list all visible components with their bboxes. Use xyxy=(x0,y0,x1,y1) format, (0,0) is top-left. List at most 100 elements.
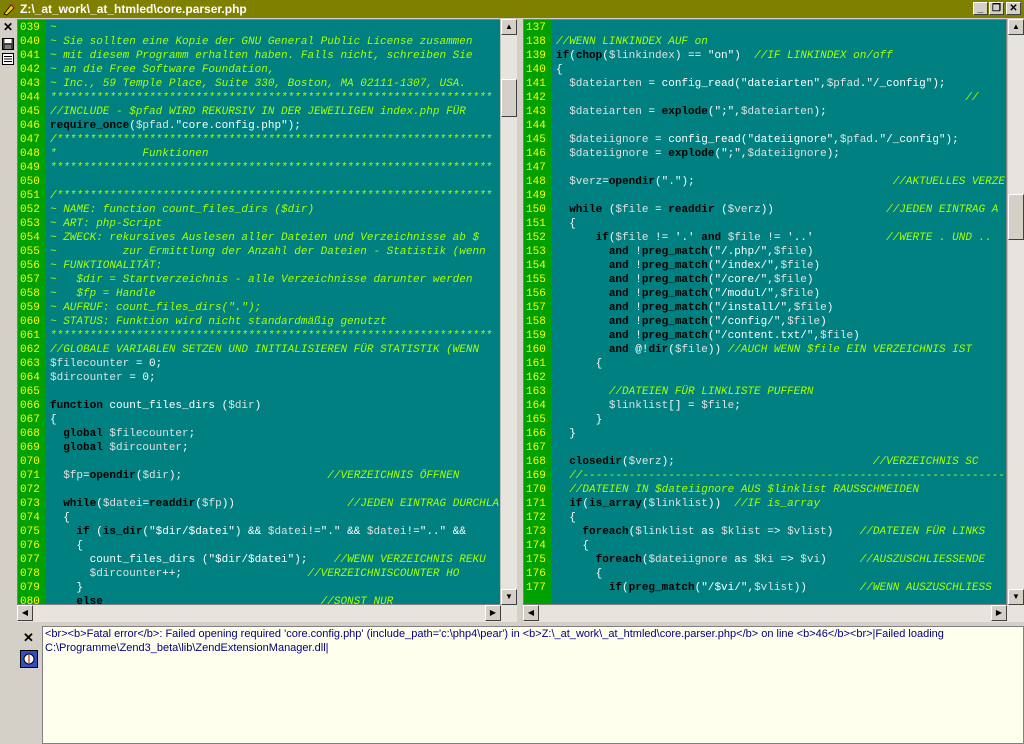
left-vertical-scrollbar[interactable]: ▲ ▼ xyxy=(500,19,517,605)
left-code-line: 067 { xyxy=(18,413,57,427)
app-icon xyxy=(3,3,15,16)
left-scroll-right-icon[interactable]: ▶ xyxy=(485,605,501,621)
code-text: $dateiarten = config_read("dateiarten",$… xyxy=(569,78,946,90)
line-number: 157 xyxy=(526,302,546,314)
right-code-line: 148 $verz=opendir("."); //AKTUELLES VERZ… xyxy=(524,175,1005,189)
left-code-line: 066 function count_files_dirs ($dir) xyxy=(18,399,261,413)
line-number: 046 xyxy=(20,120,40,132)
php-debug-icon[interactable] xyxy=(20,650,38,668)
line-number: 154 xyxy=(526,260,546,272)
right-code-line: 169 //----------------------------------… xyxy=(524,469,1005,483)
code-text: while ($file = readdir ($verz)) //JEDEN … xyxy=(569,204,999,216)
right-code-line: 146 $dateiignore = explode(";",$dateiign… xyxy=(524,147,840,161)
code-text: if($file != '.' and $file != '..' //WERT… xyxy=(595,232,992,244)
right-code-line: 151 { xyxy=(524,217,576,231)
right-code-line: 156 and !preg_match("/modul/",$file) xyxy=(524,287,820,301)
left-scroll-up-icon[interactable]: ▲ xyxy=(501,19,517,35)
close-window-button[interactable]: ✕ xyxy=(1006,2,1021,15)
line-number: 064 xyxy=(20,372,40,384)
line-number: 075 xyxy=(20,526,40,538)
left-scroll-thumb[interactable] xyxy=(501,79,517,117)
list-icon[interactable] xyxy=(1,53,15,66)
right-scroll-down-icon[interactable]: ▼ xyxy=(1008,589,1024,605)
right-code-line: 150 while ($file = readdir ($verz)) //JE… xyxy=(524,203,998,217)
left-code-editor[interactable]: 039 ~040 ~ Sie sollten eine Kopie der GNU … xyxy=(17,19,501,605)
code-text: /***************************************… xyxy=(50,190,493,202)
right-code-line: 158 and !preg_match("/config/",$file) xyxy=(524,315,827,329)
left-scroll-down-icon[interactable]: ▼ xyxy=(501,589,517,605)
code-text: { xyxy=(50,540,84,552)
left-scroll-left-icon[interactable]: ◀ xyxy=(17,605,33,621)
line-number: 162 xyxy=(526,372,546,384)
left-code-line: 074 { xyxy=(18,511,70,525)
line-number: 139 xyxy=(526,50,546,62)
code-text: ~ FUNKTIONALITÄT: xyxy=(50,260,163,272)
left-code-line: 051 /************************************… xyxy=(18,189,492,203)
left-code-line: 063 $filecounter = 0; xyxy=(18,357,162,371)
left-code-line: 071 $fp=opendir($dir); //VERZEICHNIS ÖFF… xyxy=(18,469,459,483)
code-text: if(is_array($linklist)) //IF is_array xyxy=(569,498,821,510)
left-code-line: 042 ~ an die Free Software Foundation, xyxy=(18,63,274,77)
right-code-line: 141 $dateiarten = config_read("dateiarte… xyxy=(524,77,946,91)
line-number: 137 xyxy=(526,22,546,34)
code-text: } xyxy=(50,582,84,594)
right-code-line: 145 $dateiignore = config_read("dateiign… xyxy=(524,133,959,147)
right-code-line: 143 $dateiarten = explode(";",$dateiarte… xyxy=(524,105,827,119)
right-code-line: 171 if(is_array($linklist)) //IF is_arra… xyxy=(524,497,820,511)
close-error-icon[interactable]: ✕ xyxy=(23,630,34,646)
line-number: 165 xyxy=(526,414,546,426)
restore-button[interactable]: ❐ xyxy=(989,2,1004,15)
error-output-panel[interactable]: <br><b>Fatal error</b>: Failed opening r… xyxy=(42,626,1024,744)
line-number: 050 xyxy=(20,176,40,188)
code-text: $dircounter = 0; xyxy=(50,372,156,384)
right-code-line: 152 if($file != '.' and $file != '..' //… xyxy=(524,231,992,245)
right-code-line: 166 } xyxy=(524,427,576,441)
left-code-line: 053 ~ ART: php-Script xyxy=(18,217,162,231)
right-scroll-left-icon[interactable]: ◀ xyxy=(523,605,539,621)
line-number: 173 xyxy=(526,526,546,538)
right-scroll-thumb[interactable] xyxy=(1008,194,1024,240)
line-number: 159 xyxy=(526,330,546,342)
line-number: 058 xyxy=(20,288,40,300)
line-number: 067 xyxy=(20,414,40,426)
right-vertical-scrollbar[interactable]: ▲ ▼ xyxy=(1007,19,1024,605)
save-icon[interactable] xyxy=(1,38,15,51)
right-code-line: 140 { xyxy=(524,63,563,77)
right-code-editor[interactable]: 137 138 //WENN LINKINDEX AUF on 139 if(chop(… xyxy=(523,19,1007,605)
code-text: { xyxy=(556,358,603,370)
left-code-line: 079 } xyxy=(18,581,83,595)
right-code-line: 163 //DATEIEN FÜR LINKLISTE PUFFERN xyxy=(524,385,813,399)
code-text: { xyxy=(50,512,70,524)
right-code-line: 162 xyxy=(524,371,552,385)
code-text: $verz=opendir("."); //AKTUELLES VERZE xyxy=(569,176,1005,188)
right-scroll-up-icon[interactable]: ▲ xyxy=(1008,19,1024,35)
left-code-line: 047 /************************************… xyxy=(18,133,492,147)
code-text: //WENN LINKINDEX AUF on xyxy=(556,36,708,48)
line-number: 140 xyxy=(526,64,546,76)
left-code-line: 070 xyxy=(18,455,46,469)
line-number: 042 xyxy=(20,64,40,76)
line-number: 047 xyxy=(20,134,40,146)
right-code-lines: 137 138 //WENN LINKINDEX AUF on 139 if(chop(… xyxy=(524,21,1005,595)
line-number: 078 xyxy=(20,568,40,580)
minimize-button[interactable]: _ xyxy=(973,2,988,15)
line-number: 073 xyxy=(20,498,40,510)
right-code-line: 172 { xyxy=(524,511,576,525)
close-file-icon[interactable]: ✕ xyxy=(1,21,15,34)
line-number: 152 xyxy=(526,232,546,244)
line-number: 163 xyxy=(526,386,546,398)
right-horizontal-scrollbar[interactable]: ◀ ▶ xyxy=(523,605,1024,622)
left-code-line: 052 ~ NAME: function count_files_dirs ($d… xyxy=(18,203,314,217)
line-number: 079 xyxy=(20,582,40,594)
right-scroll-right-icon[interactable]: ▶ xyxy=(991,605,1007,621)
left-code-line: 044 *************************************… xyxy=(18,91,492,105)
code-text: } xyxy=(556,414,603,426)
code-text: while($datei=readdir($fp)) //JEDEN EINTR… xyxy=(63,498,499,510)
code-text: and !preg_match("/index/",$file) xyxy=(608,260,821,272)
left-code-line: 054 ~ ZWECK: rekursives Auslesen aller Da… xyxy=(18,231,479,245)
line-number: 057 xyxy=(20,274,40,286)
right-code-line: 168 closedir($verz); //VERZEICHNIS SC xyxy=(524,455,979,469)
left-horizontal-scrollbar[interactable]: ◀ ▶ xyxy=(17,605,517,622)
left-code-line: 039 ~ xyxy=(18,21,57,35)
code-text: if(preg_match("/$vi/",$vlist)) //WENN AU… xyxy=(608,582,992,594)
